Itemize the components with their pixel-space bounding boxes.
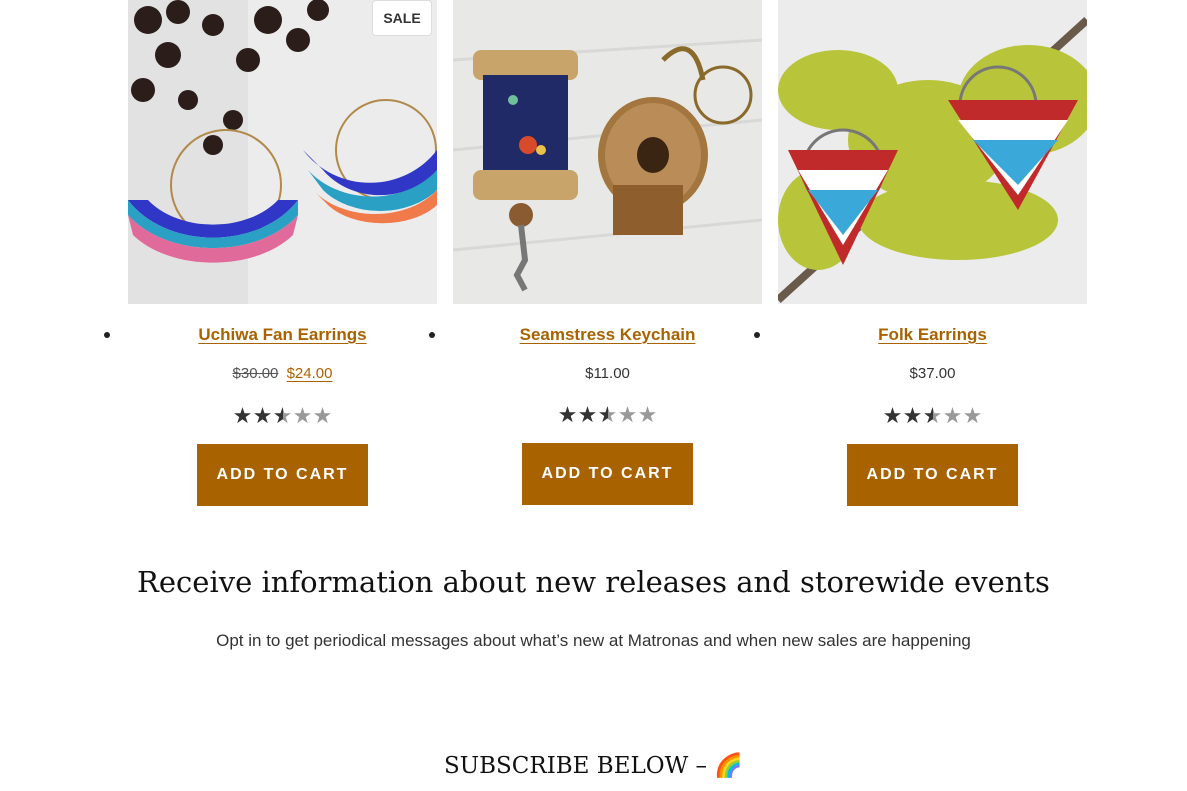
product-image-folk-earrings[interactable] xyxy=(778,0,1087,304)
product-title-link[interactable]: Seamstress Keychain xyxy=(453,325,762,345)
folk-earrings-photo xyxy=(778,0,1087,304)
newsletter-subheading: Opt in to get periodical messages about … xyxy=(216,631,971,650)
star-empty-icon: ★ xyxy=(637,403,658,428)
price: $11.00 xyxy=(585,365,630,382)
star-empty-icon: ★ xyxy=(962,404,983,429)
subscribe-heading: SUBSCRIBE BELOW – 🌈 xyxy=(443,753,744,779)
product-image-uchiwa-fan-earrings[interactable]: SALE xyxy=(128,0,437,304)
product-price: $37.00 xyxy=(778,365,1087,382)
add-to-cart-button[interactable]: ADD TO CART xyxy=(522,443,693,505)
star-empty-icon: ★ xyxy=(312,404,333,429)
product-price: $11.00 xyxy=(453,365,762,382)
add-to-cart-button[interactable]: ADD TO CART xyxy=(847,444,1018,506)
list-bullet xyxy=(104,332,110,338)
star-icon: ★ xyxy=(232,404,253,429)
earrings-photo xyxy=(128,0,437,304)
star-rating: ★★★★★ xyxy=(778,404,1087,430)
sale-price: $24.00 xyxy=(286,365,333,382)
page: SALE Uchiwa Fan Earrings $30.00 $24.00 ★… xyxy=(0,0,1187,791)
star-icon: ★ xyxy=(557,403,578,428)
star-rating: ★★★★★ xyxy=(453,403,762,429)
product-card: SALE Uchiwa Fan Earrings $30.00 $24.00 ★… xyxy=(128,0,437,506)
star-icon: ★ xyxy=(577,403,598,428)
list-bullet xyxy=(754,332,760,338)
star-empty-icon: ★ xyxy=(617,403,638,428)
product-price: $30.00 $24.00 xyxy=(128,365,437,382)
sale-badge: SALE xyxy=(372,0,432,36)
keychain-photo xyxy=(453,0,762,304)
star-empty-icon: ★ xyxy=(292,404,313,429)
star-rating: ★★★★★ xyxy=(128,404,437,430)
product-card: Seamstress Keychain $11.00 ★★★★★ ADD TO … xyxy=(453,0,762,505)
star-half-icon: ★ xyxy=(597,403,618,428)
list-bullet xyxy=(429,332,435,338)
star-empty-icon: ★ xyxy=(942,404,963,429)
star-icon: ★ xyxy=(882,404,903,429)
product-card: Folk Earrings $37.00 ★★★★★ ADD TO CART xyxy=(778,0,1087,506)
newsletter-heading: Receive information about new releases a… xyxy=(137,565,1050,599)
product-image-seamstress-keychain[interactable] xyxy=(453,0,762,304)
star-icon: ★ xyxy=(902,404,923,429)
star-icon: ★ xyxy=(252,404,273,429)
star-half-icon: ★ xyxy=(272,404,293,429)
original-price: $30.00 xyxy=(232,365,279,382)
star-half-icon: ★ xyxy=(922,404,943,429)
price: $37.00 xyxy=(909,365,956,382)
add-to-cart-button[interactable]: ADD TO CART xyxy=(197,444,368,506)
product-title-link[interactable]: Uchiwa Fan Earrings xyxy=(128,325,437,345)
product-title-link[interactable]: Folk Earrings xyxy=(778,325,1087,345)
